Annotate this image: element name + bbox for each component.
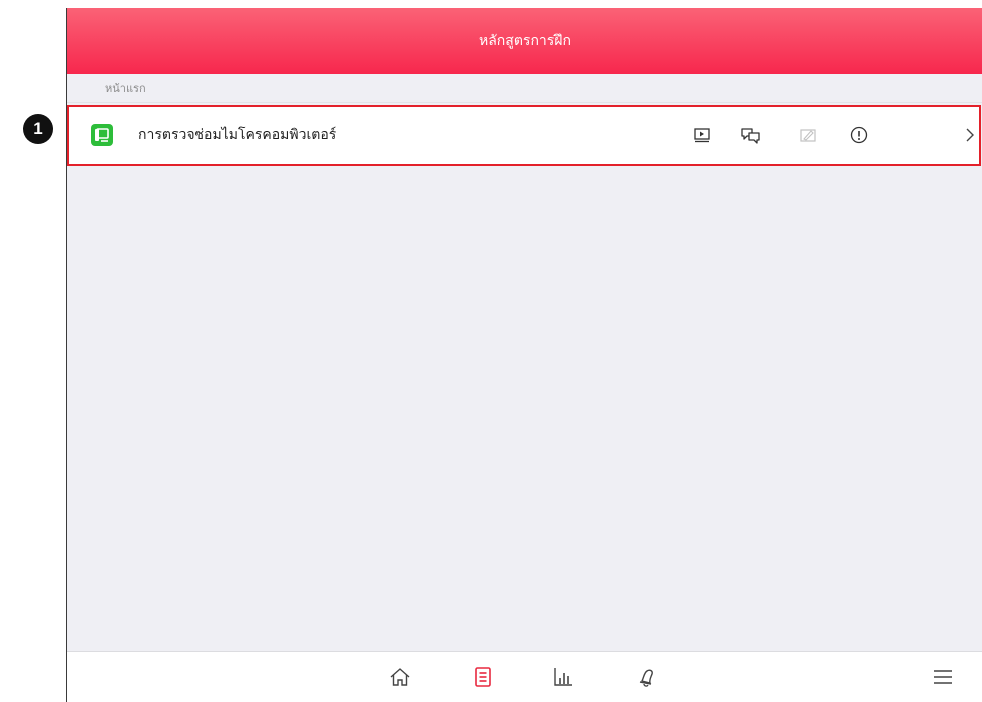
courses-icon[interactable] xyxy=(471,665,495,689)
app-window: หลักสูตรการฝึก หน้าแรก การตรวจซ่อมไมโครค… xyxy=(66,8,982,702)
callout-marker: 1 xyxy=(23,114,53,144)
home-icon[interactable] xyxy=(388,665,412,689)
course-list-item[interactable]: การตรวจซ่อมไมโครคอมพิวเตอร์ xyxy=(67,105,981,166)
menu-icon[interactable] xyxy=(931,665,955,689)
chevron-right-icon[interactable] xyxy=(963,125,977,145)
info-icon[interactable] xyxy=(849,125,869,145)
course-title: การตรวจซ่อมไมโครคอมพิวเตอร์ xyxy=(138,127,337,143)
edit-icon xyxy=(798,125,818,145)
bottom-navigation xyxy=(67,651,982,702)
header-bar: หลักสูตรการฝึก xyxy=(67,8,982,74)
chat-icon[interactable] xyxy=(740,125,760,145)
course-book-icon xyxy=(91,124,113,146)
breadcrumb-home[interactable]: หน้าแรก xyxy=(105,82,146,95)
video-icon[interactable] xyxy=(692,125,712,145)
breadcrumb: หน้าแรก xyxy=(67,74,982,103)
page-title: หลักสูตรการฝึก xyxy=(479,33,571,49)
stats-icon[interactable] xyxy=(551,665,575,689)
notifications-icon[interactable] xyxy=(635,665,659,689)
